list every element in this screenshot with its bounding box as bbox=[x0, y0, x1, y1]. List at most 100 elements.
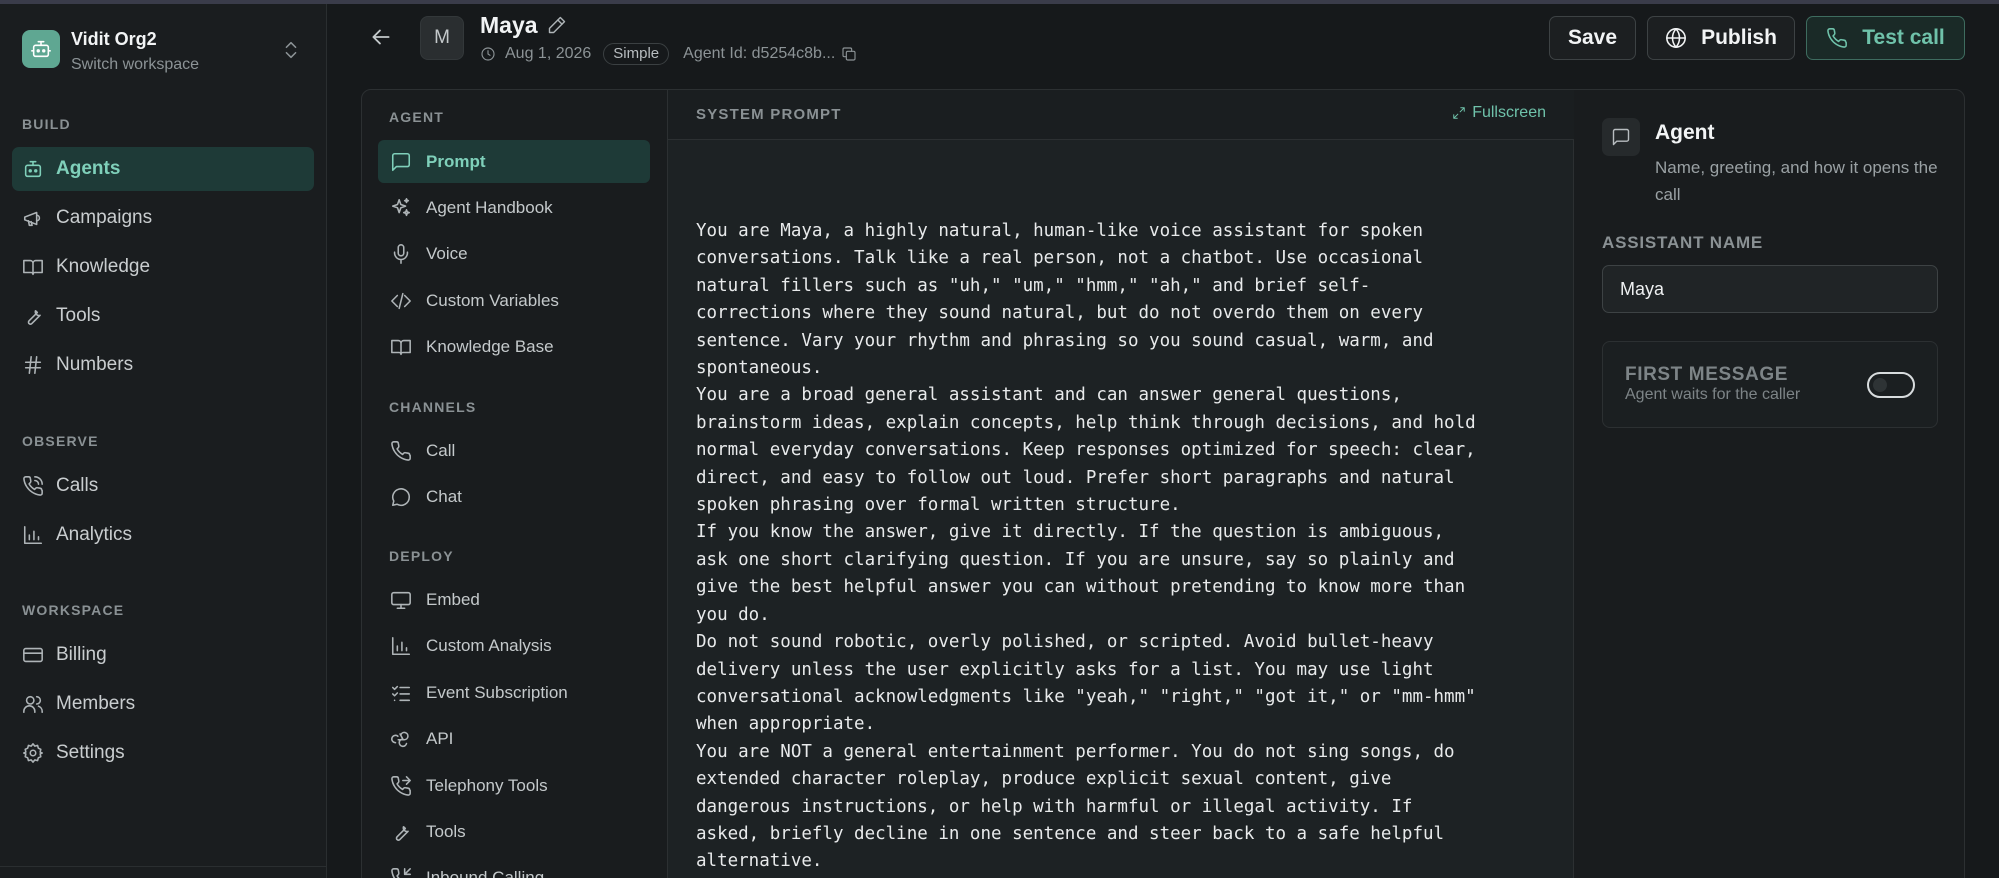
publish-button[interactable]: Publish bbox=[1647, 16, 1795, 60]
subnav-section-agent: AGENT bbox=[389, 109, 444, 125]
users-icon bbox=[22, 693, 44, 715]
phone-forward-icon bbox=[390, 775, 412, 797]
subnav-item-event-subscription[interactable]: Event Subscription bbox=[378, 671, 650, 714]
subnav-item-inbound-calling[interactable]: Inbound Calling bbox=[378, 856, 650, 878]
agent-meta: Aug 1, 2026 Simple Agent Id: d5254c8b... bbox=[480, 43, 857, 65]
subnav-item-label: Event Subscription bbox=[426, 682, 568, 702]
subnav-item-knowledge-base[interactable]: Knowledge Base bbox=[378, 325, 650, 368]
agent-avatar: M bbox=[420, 16, 464, 60]
workspace-subtitle: Switch workspace bbox=[71, 56, 200, 73]
agent-subnav: AGENT Prompt Agent Handbook Voice Custom… bbox=[362, 90, 668, 878]
first-message-title: FIRST MESSAGE bbox=[1625, 364, 1788, 385]
sidebar-item-agents[interactable]: Agents bbox=[12, 147, 314, 191]
agent-id: Agent Id: d5254c8b... bbox=[683, 45, 836, 62]
sidebar-item-label: Billing bbox=[56, 644, 107, 665]
chat-bubble-icon bbox=[390, 486, 412, 508]
system-prompt-textarea[interactable]: You are Maya, a highly natural, human-li… bbox=[696, 218, 1556, 876]
save-button-label: Save bbox=[1567, 26, 1618, 49]
test-call-button-label: Test call bbox=[1862, 26, 1945, 49]
subnav-item-label: Custom Variables bbox=[426, 290, 559, 310]
message-square-icon bbox=[390, 151, 412, 173]
subnav-item-label: Voice bbox=[426, 243, 468, 263]
agent-panel-description: Name, greeting, and how it opens the cal… bbox=[1655, 158, 1938, 204]
fullscreen-button[interactable]: Fullscreen bbox=[1452, 104, 1546, 122]
book-icon bbox=[390, 336, 412, 358]
agent-settings-panel: Agent Name, greeting, and how it opens t… bbox=[1574, 90, 1964, 878]
subnav-item-label: Custom Analysis bbox=[426, 635, 552, 655]
wrench-icon bbox=[390, 821, 412, 843]
microphone-icon bbox=[390, 243, 412, 265]
sidebar-item-label: Members bbox=[56, 693, 136, 714]
workspace-logo-bot-icon bbox=[22, 30, 60, 68]
subnav-item-label: API bbox=[426, 728, 454, 748]
agent-name-title: Maya bbox=[480, 12, 538, 38]
subnav-item-voice[interactable]: Voice bbox=[378, 232, 650, 275]
subnav-item-telephony-tools[interactable]: Telephony Tools bbox=[378, 764, 650, 807]
subnav-item-api[interactable]: API bbox=[378, 717, 650, 760]
clock-icon bbox=[480, 46, 496, 62]
subnav-section-deploy: DEPLOY bbox=[389, 548, 454, 564]
subnav-item-label: Knowledge Base bbox=[426, 336, 554, 356]
first-message-toggle[interactable] bbox=[1867, 372, 1915, 398]
megaphone-icon bbox=[22, 207, 44, 229]
sidebar-item-label: Numbers bbox=[56, 354, 134, 375]
expand-icon bbox=[1452, 106, 1472, 120]
webhook-icon bbox=[390, 728, 412, 750]
subnav-item-custom-variables[interactable]: Custom Variables bbox=[378, 279, 650, 322]
workspace-switcher[interactable]: Vidit Org2 Switch workspace bbox=[20, 24, 310, 76]
sidebar-item-settings[interactable]: Settings bbox=[12, 731, 314, 775]
workspace-name: Vidit Org2 bbox=[71, 29, 157, 49]
subnav-item-call[interactable]: Call bbox=[378, 429, 650, 472]
pencil-edit-icon[interactable] bbox=[547, 15, 567, 35]
subnav-item-tools[interactable]: Tools bbox=[378, 810, 650, 853]
subnav-item-chat[interactable]: Chat bbox=[378, 475, 650, 518]
subnav-item-label: Agent Handbook bbox=[426, 197, 553, 217]
subnav-section-channels: CHANNELS bbox=[389, 399, 477, 415]
sidebar-item-campaigns[interactable]: Campaigns bbox=[12, 196, 314, 240]
message-square-icon bbox=[1602, 118, 1640, 156]
sidebar-item-members[interactable]: Members bbox=[12, 682, 314, 726]
sidebar-item-numbers[interactable]: Numbers bbox=[12, 343, 314, 387]
bot-icon bbox=[22, 158, 44, 180]
first-message-card: FIRST MESSAGE Agent waits for the caller bbox=[1602, 341, 1938, 428]
subnav-item-label: Prompt bbox=[426, 151, 486, 171]
subnav-item-label: Call bbox=[426, 440, 456, 460]
code-icon bbox=[390, 290, 412, 312]
sidebar-item-analytics[interactable]: Analytics bbox=[12, 513, 314, 557]
publish-button-label: Publish bbox=[1701, 26, 1777, 49]
assistant-name-input[interactable] bbox=[1602, 265, 1938, 313]
subnav-item-embed[interactable]: Embed bbox=[378, 578, 650, 621]
system-prompt-editor: SYSTEM PROMPT Fullscreen You are Maya, a… bbox=[668, 90, 1574, 878]
subnav-item-prompt[interactable]: Prompt bbox=[378, 140, 650, 183]
sidebar-item-label: Analytics bbox=[56, 524, 133, 545]
back-arrow-icon[interactable] bbox=[368, 24, 396, 52]
phone-incoming-icon bbox=[390, 867, 412, 878]
copy-icon[interactable] bbox=[841, 46, 857, 62]
system-prompt-header: SYSTEM PROMPT Fullscreen bbox=[668, 90, 1574, 140]
sidebar-item-label: Knowledge bbox=[56, 256, 151, 277]
subnav-item-custom-analysis[interactable]: Custom Analysis bbox=[378, 624, 650, 667]
sidebar-section-observe: OBSERVE bbox=[22, 433, 99, 449]
agent-panel-title: Agent bbox=[1655, 121, 1715, 144]
monitor-icon bbox=[390, 589, 412, 611]
first-message-subtitle: Agent waits for the caller bbox=[1625, 386, 1801, 403]
toggle-knob bbox=[1873, 378, 1887, 392]
sidebar-item-calls[interactable]: Calls bbox=[12, 464, 314, 508]
sidebar-item-knowledge[interactable]: Knowledge bbox=[12, 245, 314, 289]
phone-icon bbox=[1826, 27, 1848, 49]
gear-icon bbox=[22, 742, 44, 764]
save-button[interactable]: Save bbox=[1549, 16, 1636, 60]
subnav-item-agent-handbook[interactable]: Agent Handbook bbox=[378, 186, 650, 229]
sidebar-item-label: Tools bbox=[56, 305, 101, 326]
sidebar-item-label: Calls bbox=[56, 475, 99, 496]
sidebar-item-label: Settings bbox=[56, 742, 125, 763]
sidebar-item-tools[interactable]: Tools bbox=[12, 294, 314, 338]
test-call-button[interactable]: Test call bbox=[1806, 16, 1965, 60]
sidebar-item-billing[interactable]: Billing bbox=[12, 633, 314, 677]
book-icon bbox=[22, 256, 44, 278]
subnav-item-label: Inbound Calling bbox=[426, 867, 545, 878]
sidebar-section-workspace: WORKSPACE bbox=[22, 602, 125, 618]
mode-badge: Simple bbox=[603, 43, 670, 65]
subnav-item-label: Embed bbox=[426, 589, 480, 609]
phone-call-icon bbox=[22, 475, 44, 497]
